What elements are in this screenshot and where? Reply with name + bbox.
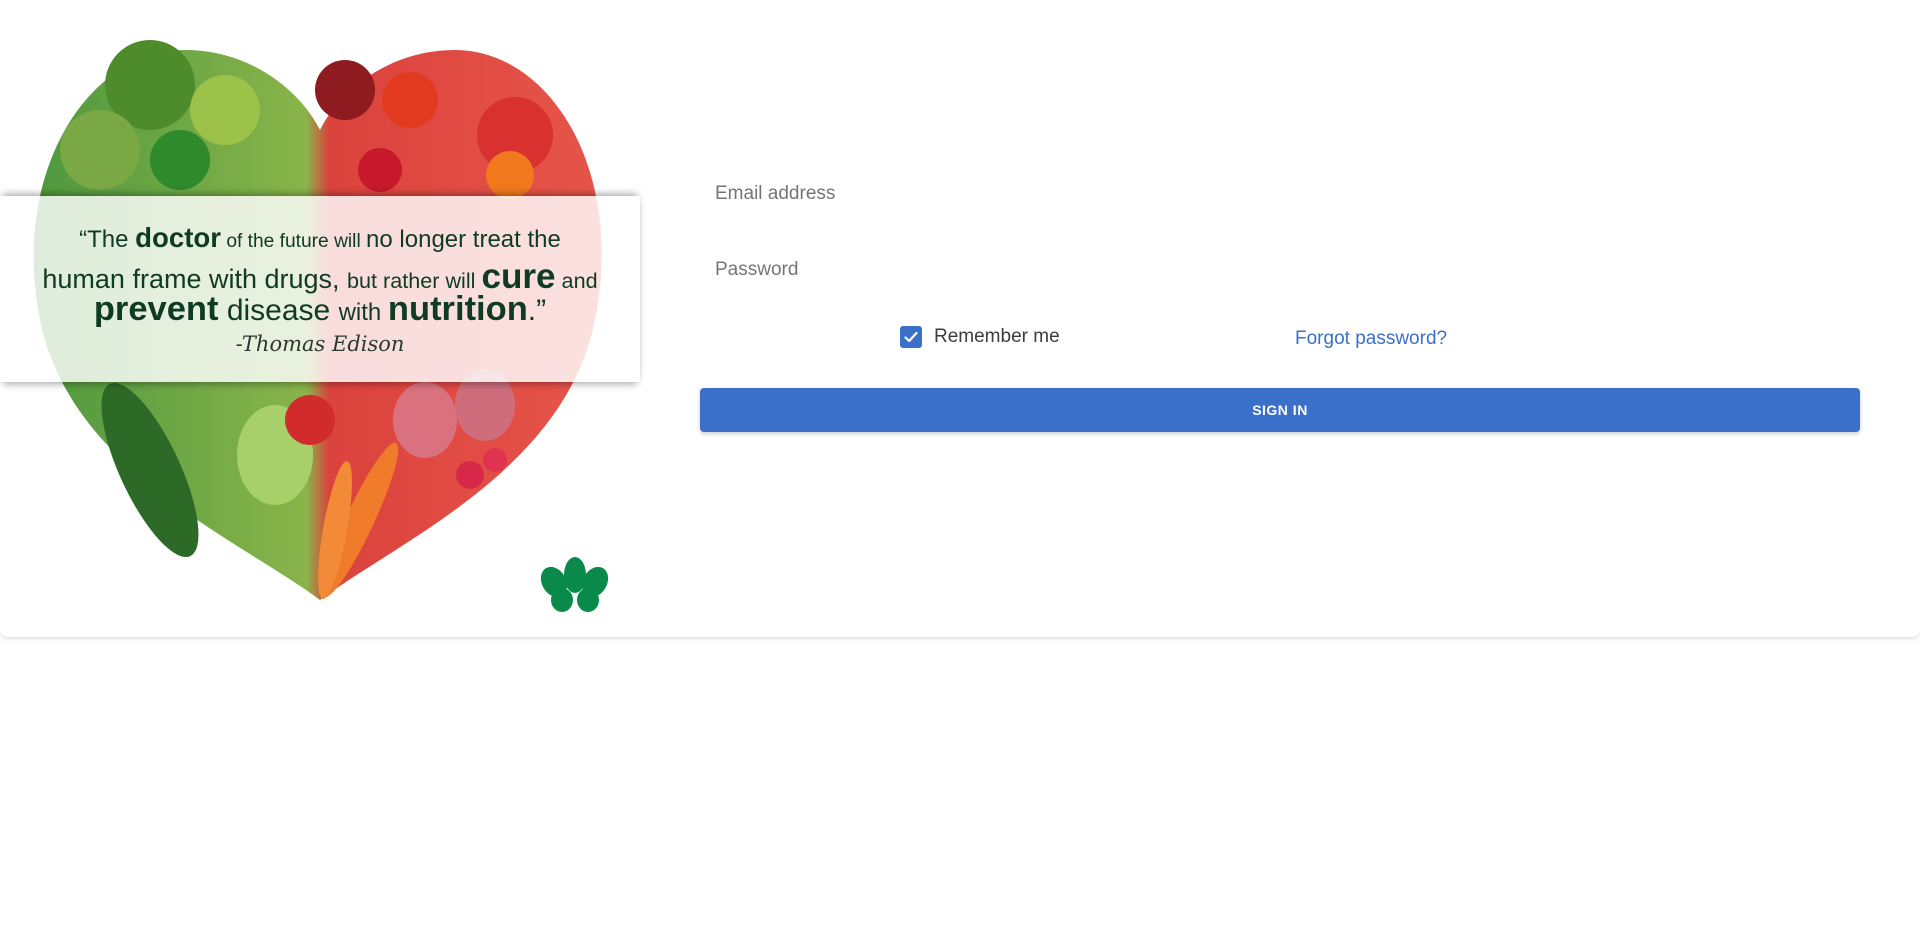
remember-me-checkbox[interactable]: Remember me	[900, 326, 1060, 348]
login-form: Remember me Forgot password? SIGN IN	[700, 0, 1860, 637]
leaf-logo-icon	[540, 557, 609, 612]
forgot-password-link[interactable]: Forgot password?	[1295, 328, 1447, 350]
remember-me-label: Remember me	[934, 326, 1060, 347]
sign-in-button[interactable]: SIGN IN	[700, 388, 1860, 432]
checkbox-checked-icon[interactable]	[900, 326, 922, 348]
quote-line-3: prevent disease with nutrition.”	[93, 290, 547, 328]
quote-banner: “The doctor of the future will no longer…	[0, 196, 640, 382]
password-input[interactable]	[715, 259, 1835, 281]
email-input[interactable]	[715, 183, 1835, 205]
login-card: “The doctor of the future will no longer…	[0, 0, 1920, 637]
quote-line-1: “The doctor of the future will no longer…	[79, 222, 561, 253]
checkmark-icon	[904, 331, 918, 343]
hero-panel: “The doctor of the future will no longer…	[0, 0, 640, 637]
quote-line-2: human frame with drugs, but rather will …	[42, 257, 598, 296]
quote-author: -Thomas Edison	[235, 332, 405, 356]
